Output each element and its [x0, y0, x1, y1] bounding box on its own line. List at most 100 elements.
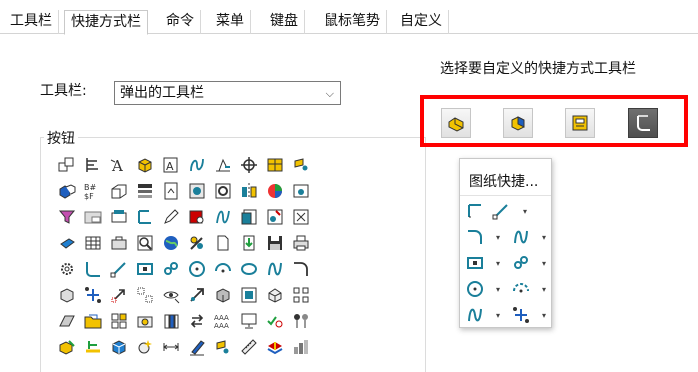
tree-icon[interactable] [82, 284, 104, 306]
arc-icon[interactable] [212, 258, 234, 280]
assembly-icon[interactable] [56, 180, 78, 202]
popup-circle-dropdown-icon[interactable]: ▾ [496, 286, 500, 294]
gear-icon[interactable] [56, 258, 78, 280]
line-icon[interactable] [108, 258, 130, 280]
spline-icon[interactable] [186, 154, 208, 176]
shortcut-sketch-button[interactable] [628, 108, 658, 138]
popup-tree-icon[interactable] [510, 304, 532, 326]
bom-icon[interactable]: B# $F [82, 180, 104, 202]
sketch-fillet-icon[interactable] [56, 154, 78, 176]
part-icon[interactable] [134, 154, 156, 176]
check-tool-icon[interactable] [264, 310, 286, 332]
view-orientation-icon[interactable] [160, 284, 182, 306]
corner-rectangle-icon[interactable] [134, 206, 156, 228]
toolbox-icon[interactable] [108, 232, 130, 254]
tab-customize[interactable]: 自定义 [394, 10, 449, 34]
popup-tree-dropdown-icon[interactable]: ▾ [542, 312, 546, 320]
component-icon[interactable] [238, 284, 260, 306]
box-3d-icon[interactable] [264, 284, 286, 306]
shortcut-drawing-button[interactable] [565, 108, 595, 138]
popup-spline-icon[interactable] [510, 226, 532, 248]
grid-copy-icon[interactable] [108, 310, 130, 332]
sheet-format-icon[interactable] [82, 206, 104, 228]
weld-yellow-icon[interactable] [56, 336, 78, 358]
popup-arc-dropdown-icon[interactable]: ▾ [542, 286, 546, 294]
popup-spline-n-icon[interactable] [464, 304, 486, 326]
folder-open-icon[interactable] [82, 310, 104, 332]
render-icon[interactable] [134, 336, 156, 358]
record-icon[interactable] [186, 206, 208, 228]
ruler-icon[interactable] [238, 336, 260, 358]
popup-spline-dropdown-icon[interactable]: ▾ [542, 234, 546, 242]
close-box-icon[interactable] [290, 206, 312, 228]
rectangle-icon[interactable] [134, 258, 156, 280]
section-view-icon[interactable] [186, 180, 208, 202]
globe-icon[interactable] [160, 232, 182, 254]
library-icon[interactable] [160, 310, 182, 332]
camera-icon[interactable] [134, 310, 156, 332]
dimension-h-icon[interactable] [160, 336, 182, 358]
sketch-corner-icon[interactable] [82, 258, 104, 280]
popup-rectangle-corner-icon[interactable] [464, 200, 486, 222]
flag-note-icon[interactable] [290, 154, 312, 176]
leader-note-icon[interactable] [56, 232, 78, 254]
text-icon[interactable]: A [108, 154, 130, 176]
printer-model-icon[interactable] [108, 206, 130, 228]
save-copy-icon[interactable] [238, 206, 260, 228]
save-icon[interactable] [264, 232, 286, 254]
text-aaa-icon[interactable]: AAA AAA [212, 310, 234, 332]
table-icon[interactable] [82, 232, 104, 254]
popup-line-icon[interactable] [490, 200, 512, 222]
popup-rectangle-dropdown-icon[interactable]: ▾ [496, 260, 500, 268]
part-gray-icon[interactable] [212, 284, 234, 306]
spline-curve-icon[interactable] [212, 206, 234, 228]
routing-icon[interactable] [82, 336, 104, 358]
diagonal-arrow-icon[interactable] [186, 284, 208, 306]
spline-n-icon[interactable] [264, 258, 286, 280]
mirror-icon[interactable] [238, 180, 260, 202]
ellipse-icon[interactable] [238, 258, 260, 280]
slot-icon[interactable] [160, 258, 182, 280]
filter-icon[interactable] [56, 206, 78, 228]
detail-circle-icon[interactable] [212, 180, 234, 202]
blue-cube-icon[interactable] [108, 336, 130, 358]
fillet-icon[interactable] [290, 258, 312, 280]
circle-icon[interactable] [186, 258, 208, 280]
popup-rectangle-icon[interactable] [464, 252, 486, 274]
popup-arc-icon[interactable] [510, 278, 532, 300]
color-stack-icon[interactable] [264, 336, 286, 358]
table-yellow-icon[interactable] [264, 154, 286, 176]
popup-spline-n-dropdown-icon[interactable]: ▾ [496, 312, 500, 320]
hatch-icon[interactable] [134, 180, 156, 202]
popup-slot-dropdown-icon[interactable]: ▾ [542, 260, 546, 268]
popup-fillet-icon[interactable] [464, 226, 486, 248]
weld-symbol-icon[interactable] [212, 154, 234, 176]
move-arrow-icon[interactable] [108, 284, 130, 306]
tab-shortcut-bars[interactable]: 快捷方式栏 [64, 10, 148, 35]
bar-chart-icon[interactable] [290, 336, 312, 358]
insert-arrow-icon[interactable] [238, 232, 260, 254]
block-icon[interactable] [56, 284, 78, 306]
pattern-icon[interactable] [290, 284, 312, 306]
popup-circle-icon[interactable] [464, 278, 486, 300]
smart-fastener-icon[interactable] [264, 206, 286, 228]
tab-mouse-gestures[interactable]: 鼠标笔势 [318, 10, 387, 34]
toolbar-select[interactable]: 弹出的工具栏 ⌵ [114, 81, 341, 105]
pins-icon[interactable] [290, 310, 312, 332]
sheet-metal-icon[interactable] [56, 310, 78, 332]
view-icon[interactable] [108, 180, 130, 202]
tab-toolbars[interactable]: 工具栏 [4, 10, 59, 34]
document-icon[interactable] [212, 232, 234, 254]
popup-slot-icon[interactable] [510, 252, 532, 274]
popup-line-dropdown-icon[interactable]: ▾ [523, 208, 527, 216]
tab-commands[interactable]: 命令 [160, 10, 201, 34]
tab-menus[interactable]: 菜单 [210, 10, 251, 34]
flag-teal-icon[interactable] [212, 336, 234, 358]
pencil-icon[interactable] [160, 206, 182, 228]
appearance-icon[interactable] [264, 180, 286, 202]
tab-keyboard[interactable]: 键盘 [264, 10, 305, 34]
shortcut-part-button[interactable] [441, 108, 471, 138]
popup-fillet-dropdown-icon[interactable]: ▾ [496, 234, 500, 242]
shortcut-assembly-button[interactable] [503, 108, 533, 138]
dotted-grid-icon[interactable] [134, 284, 156, 306]
